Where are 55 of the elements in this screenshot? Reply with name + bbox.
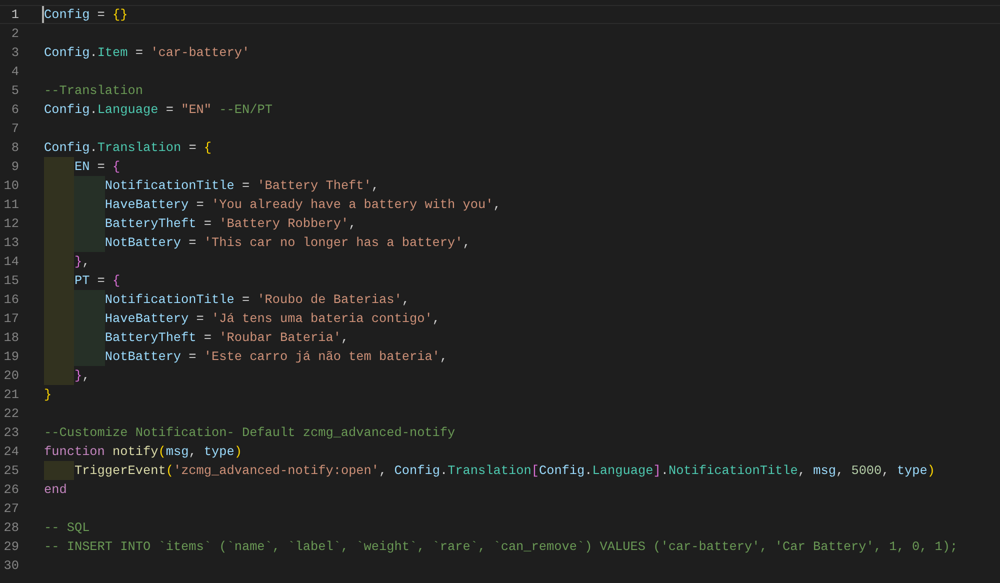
code-line: HaveBattery = 'Já tens uma bateria contigo', bbox=[104, 310, 440, 327]
line-number: 15 bbox=[2, 272, 19, 289]
line-number: 16 bbox=[2, 291, 19, 308]
code-line: NotBattery = 'This car no longer has a battery', bbox=[104, 234, 470, 251]
code-line: }, bbox=[74, 253, 90, 270]
line-number: 1 bbox=[10, 6, 19, 23]
line-number: 29 bbox=[2, 538, 19, 555]
code-line: BatteryTheft = 'Roubar Bateria', bbox=[104, 329, 349, 346]
code-line: --Translation bbox=[44, 82, 143, 99]
code-line: Config.Item = 'car-battery' bbox=[44, 44, 250, 61]
code-line: NotBattery = 'Este carro já não tem bateria', bbox=[104, 348, 448, 365]
line-number: 7 bbox=[10, 120, 19, 137]
code-line: }, bbox=[74, 367, 90, 384]
line-number: 28 bbox=[2, 519, 19, 536]
code-line: TriggerEvent('zcmg_advanced-notify:open', Config.Translation[Config.Language].NotificationTitle, msg, 5000, type) bbox=[74, 462, 935, 479]
line-number: 17 bbox=[2, 310, 19, 327]
code-line: -- INSERT INTO `items` (`name`, `label`, `weight`, `rare`, `can_remove`) VALUES ('car-battery', 'Car Battery', 1, 0, 1); bbox=[44, 538, 958, 555]
line-number: 10 bbox=[2, 177, 19, 194]
line-number: 9 bbox=[10, 158, 19, 175]
line-number: 30 bbox=[2, 557, 19, 574]
code-line: function notify(msg, type) bbox=[44, 443, 242, 460]
line-number: 13 bbox=[2, 234, 19, 251]
code-line: Config.Language = "EN" --EN/PT bbox=[44, 101, 272, 118]
line-number: 22 bbox=[2, 405, 19, 422]
line-number: 25 bbox=[2, 462, 19, 479]
line-number: 24 bbox=[2, 443, 19, 460]
line-number: 12 bbox=[2, 215, 19, 232]
line-number: 14 bbox=[2, 253, 19, 270]
line-number: 2 bbox=[10, 25, 19, 42]
code-line: PT = { bbox=[74, 272, 120, 289]
line-number: 6 bbox=[10, 101, 19, 118]
line-number: 4 bbox=[10, 63, 19, 80]
line-number: 27 bbox=[2, 500, 19, 517]
line-number: 26 bbox=[2, 481, 19, 498]
code-line: } bbox=[44, 386, 52, 403]
line-number: 18 bbox=[2, 329, 19, 346]
line-number: 3 bbox=[10, 44, 19, 61]
code-line: EN = { bbox=[74, 158, 120, 175]
code-line: HaveBattery = 'You already have a battery with you', bbox=[104, 196, 501, 213]
code-line: --Customize Notification- Default zcmg_advanced-notify bbox=[44, 424, 456, 441]
line-number: 5 bbox=[10, 82, 19, 99]
code-line: -- SQL bbox=[44, 519, 90, 536]
code-line: Config = {} bbox=[44, 6, 128, 23]
code-line: end bbox=[44, 481, 67, 498]
line-number: 23 bbox=[2, 424, 19, 441]
line-number: 20 bbox=[2, 367, 19, 384]
code-line: BatteryTheft = 'Battery Robbery', bbox=[104, 215, 356, 232]
line-number: 21 bbox=[2, 386, 19, 403]
code-line: NotificationTitle = 'Battery Theft', bbox=[104, 177, 380, 194]
line-number: 8 bbox=[10, 139, 19, 156]
line-number: 19 bbox=[2, 348, 19, 365]
text-cursor bbox=[42, 6, 44, 23]
code-line: Config.Translation = { bbox=[44, 139, 212, 156]
line-number: 11 bbox=[2, 196, 19, 213]
code-line: NotificationTitle = 'Roubo de Baterias', bbox=[104, 291, 410, 308]
